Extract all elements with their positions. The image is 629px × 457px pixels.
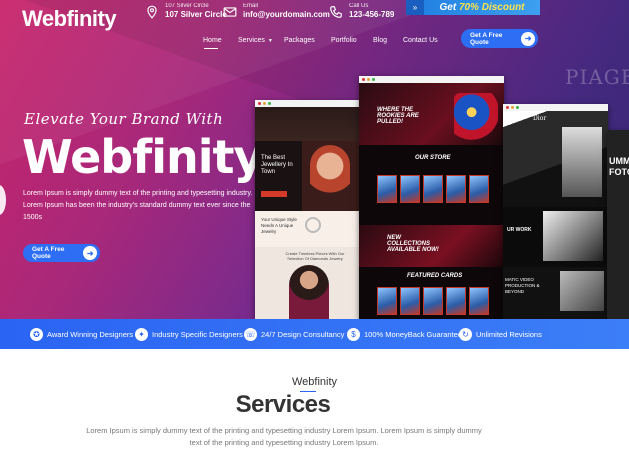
edge-text: UMM FOTO [609, 156, 629, 177]
nav-active-underline [204, 48, 218, 49]
caret-down-icon: ▼ [267, 38, 273, 44]
dior-hero: Dior [503, 111, 608, 207]
ghost-brand-text: PIAGET [565, 65, 629, 89]
mockup-jewelry: The Best Jewellery In Town Your Unique S… [255, 100, 360, 320]
browser-bar [503, 104, 608, 111]
nav-item-services-label: Services [238, 37, 265, 44]
contact-address: 107 Silver Circle 107 Silver Circle [145, 2, 227, 20]
hero-quote-label: Get A Free Quote [32, 246, 65, 260]
cards-hero: WHERE THE ROOKIES ARE PULLED! [359, 83, 504, 145]
browser-bar [359, 76, 504, 83]
feature-label: 100% MoneyBack Guarantee [364, 329, 462, 339]
store-title: OUR STORE [415, 155, 451, 161]
discount-highlight: 70% Discount [458, 2, 525, 13]
hero-title: Webfinity. [22, 130, 276, 184]
jewelry-cta [261, 191, 287, 197]
contact-email[interactable]: Email info@yourdomain.com [223, 2, 330, 20]
feature-money: $ 100% MoneyBack Guarantee [347, 327, 462, 341]
jewelry-section: Your Unique Style Needs A Unique Jewelry [255, 211, 360, 247]
mail-icon [223, 7, 237, 17]
jewelry-heading: The Best Jewellery In Town [261, 155, 293, 175]
header-quote-button[interactable]: Get A Free Quote ➜ [461, 29, 538, 48]
cards-featured: FEATURED CARDS [359, 267, 504, 320]
hero-section: Webfinity 107 Silver Circle 107 Silver C… [0, 0, 629, 320]
nav-item-contact[interactable]: Contact Us [403, 37, 438, 44]
features-bar: ✪ Award Winning Designers ✦ Industry Spe… [0, 319, 629, 349]
jewelry-hero: The Best Jewellery In Town [255, 141, 360, 211]
discount-banner[interactable]: » Get 70% Discount [406, 0, 540, 15]
dior-video-photo [560, 271, 604, 311]
cards-store: OUR STORE [359, 145, 504, 225]
phone-label: Call Us [349, 3, 369, 9]
phone-icon [330, 6, 342, 18]
dior-brand: Dior [533, 115, 547, 122]
jewelry-header [255, 107, 360, 141]
feature-industry: ✦ Industry Specific Designers [135, 327, 243, 341]
featured-cards [377, 287, 489, 315]
revision-icon: ↻ [459, 327, 472, 341]
award-icon: ✪ [30, 327, 43, 341]
nav-item-packages[interactable]: Packages [284, 37, 315, 44]
money-icon: $ [347, 327, 360, 341]
hero-description: Lorem Ipsum is simply dummy text of the … [23, 190, 253, 221]
address-value: 107 Silver Circle [165, 10, 227, 19]
nav-item-portfolio[interactable]: Portfolio [331, 37, 357, 44]
ring-icon [305, 217, 321, 233]
nav-item-blog[interactable]: Blog [373, 37, 387, 44]
email-value[interactable]: info@yourdomain.com [243, 10, 330, 20]
header-quote-label: Get A Free Quote [470, 31, 503, 46]
dior-work-photo [543, 211, 603, 261]
jewelry-footer: Create Timeless Pieces With Our Selectio… [255, 247, 360, 320]
mockup-cards-store: WHERE THE ROOKIES ARE PULLED! OUR STORE … [359, 76, 504, 320]
nav-item-services[interactable]: Services ▼ [238, 37, 273, 44]
feature-award: ✪ Award Winning Designers [30, 327, 134, 341]
services-title: Services [235, 391, 331, 418]
cards-new: NEW COLLECTIONS AVAILABLE NOW! [359, 225, 504, 267]
hero-tagline: Elevate Your Brand With [24, 110, 224, 128]
browser-bar [255, 100, 360, 107]
feature-label: Unlimited Revisions [476, 329, 542, 339]
services-kicker: Webfinity [291, 376, 338, 388]
mockup-dior: Dior UR WORK MATIC VIDEO PRODUCTION & BE… [503, 104, 608, 320]
feature-label: Award Winning Designers [47, 329, 134, 339]
jewelry-sub: Your Unique Style Needs A Unique Jewelry [261, 217, 297, 234]
phone-value[interactable]: 123-456-789 [349, 10, 394, 20]
support-icon: ☏ [244, 327, 257, 341]
dior-video: MATIC VIDEO PRODUCTION & BEYOND [503, 267, 608, 320]
new-collections-title: NEW COLLECTIONS AVAILABLE NOW! [387, 235, 439, 253]
arrow-right-icon: ➜ [83, 246, 97, 260]
email-label: Email [243, 3, 259, 9]
feature-label: Industry Specific Designers [152, 329, 243, 339]
featured-title: FEATURED CARDS [407, 273, 463, 279]
cards-hero-title: WHERE THE ROOKIES ARE PULLED! [377, 107, 419, 125]
discount-prefix: Get [439, 2, 459, 13]
industry-icon: ✦ [135, 327, 148, 341]
location-pin-icon [147, 5, 157, 19]
site-logo[interactable]: Webfinity [22, 6, 117, 32]
feature-revisions: ↻ Unlimited Revisions [459, 327, 542, 341]
feature-label: 24/7 Design Consultancy [261, 329, 345, 339]
dior-video-text: MATIC VIDEO PRODUCTION & BEYOND [505, 277, 540, 294]
double-chevron-down-icon: » [406, 0, 424, 15]
model-image-2 [289, 265, 329, 320]
services-section: Webfinity Services Lorem Ipsum is simply… [0, 349, 629, 457]
hero-quote-button[interactable]: Get A Free Quote ➜ [23, 244, 100, 262]
dior-photo [562, 127, 602, 197]
model-image [310, 145, 350, 205]
player-image [454, 93, 498, 141]
services-description: Lorem Ipsum is simply dummy text of the … [86, 426, 482, 447]
mockup-edge: UMM FOTO [607, 130, 629, 320]
discount-text: Get 70% Discount [424, 2, 540, 13]
dior-work: UR WORK [503, 207, 608, 267]
store-cards [377, 175, 489, 203]
arrow-right-icon: ➜ [521, 31, 535, 46]
address-label: 107 Silver Circle [165, 3, 209, 9]
nav-item-home[interactable]: Home [203, 37, 222, 44]
feature-support: ☏ 24/7 Design Consultancy [244, 327, 345, 341]
jewelry-footer-text: Create Timeless Pieces With Our Selectio… [285, 251, 345, 261]
dior-work-text: UR WORK [507, 227, 532, 233]
contact-phone[interactable]: Call Us 123-456-789 [329, 2, 394, 20]
